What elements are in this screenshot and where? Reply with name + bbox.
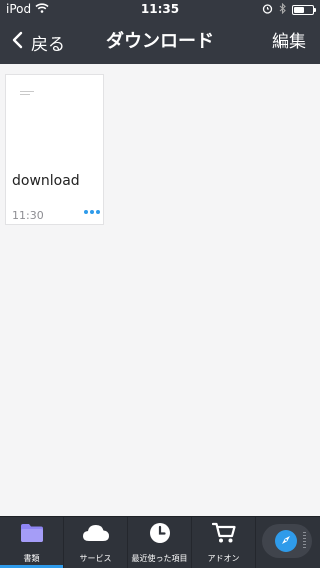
cart-icon	[211, 522, 236, 548]
navigation-bar: 戻る ダウンロード 編集	[0, 20, 320, 64]
bluetooth-icon	[279, 2, 286, 17]
tab-documents-label: 書類	[23, 554, 40, 563]
document-card[interactable]: download 11:30	[5, 74, 104, 225]
chevron-left-icon	[12, 31, 23, 53]
back-button[interactable]: 戻る	[12, 20, 65, 64]
document-name: download	[12, 173, 80, 189]
clock-icon	[149, 522, 171, 548]
compass-icon	[279, 532, 293, 551]
back-label: 戻る	[31, 34, 65, 55]
status-bar: iPod 11:35	[0, 0, 320, 20]
tab-recents-label: 最近使った項目	[131, 554, 188, 563]
drag-handle[interactable]	[303, 532, 306, 550]
document-time: 11:30	[12, 209, 44, 222]
cloud-icon	[81, 523, 111, 547]
tab-recents[interactable]: 最近使った項目	[128, 517, 191, 568]
tab-addons-label: アドオン	[207, 554, 240, 563]
folder-icon	[20, 523, 44, 547]
tab-services-label: サービス	[79, 554, 112, 563]
browser-button[interactable]	[262, 524, 312, 558]
top-bar: iPod 11:35 戻る ダウンロード 編集	[0, 0, 320, 64]
tab-addons[interactable]: アドオン	[192, 517, 255, 568]
tab-documents[interactable]: 書類	[0, 517, 63, 568]
alarm-icon	[262, 3, 273, 17]
document-thumbnail	[20, 91, 34, 97]
more-options-icon[interactable]	[84, 210, 100, 214]
battery-icon	[292, 5, 316, 15]
edit-button[interactable]: 編集	[272, 20, 306, 64]
tab-services[interactable]: サービス	[64, 517, 127, 568]
document-grid: download 11:30	[0, 64, 320, 516]
